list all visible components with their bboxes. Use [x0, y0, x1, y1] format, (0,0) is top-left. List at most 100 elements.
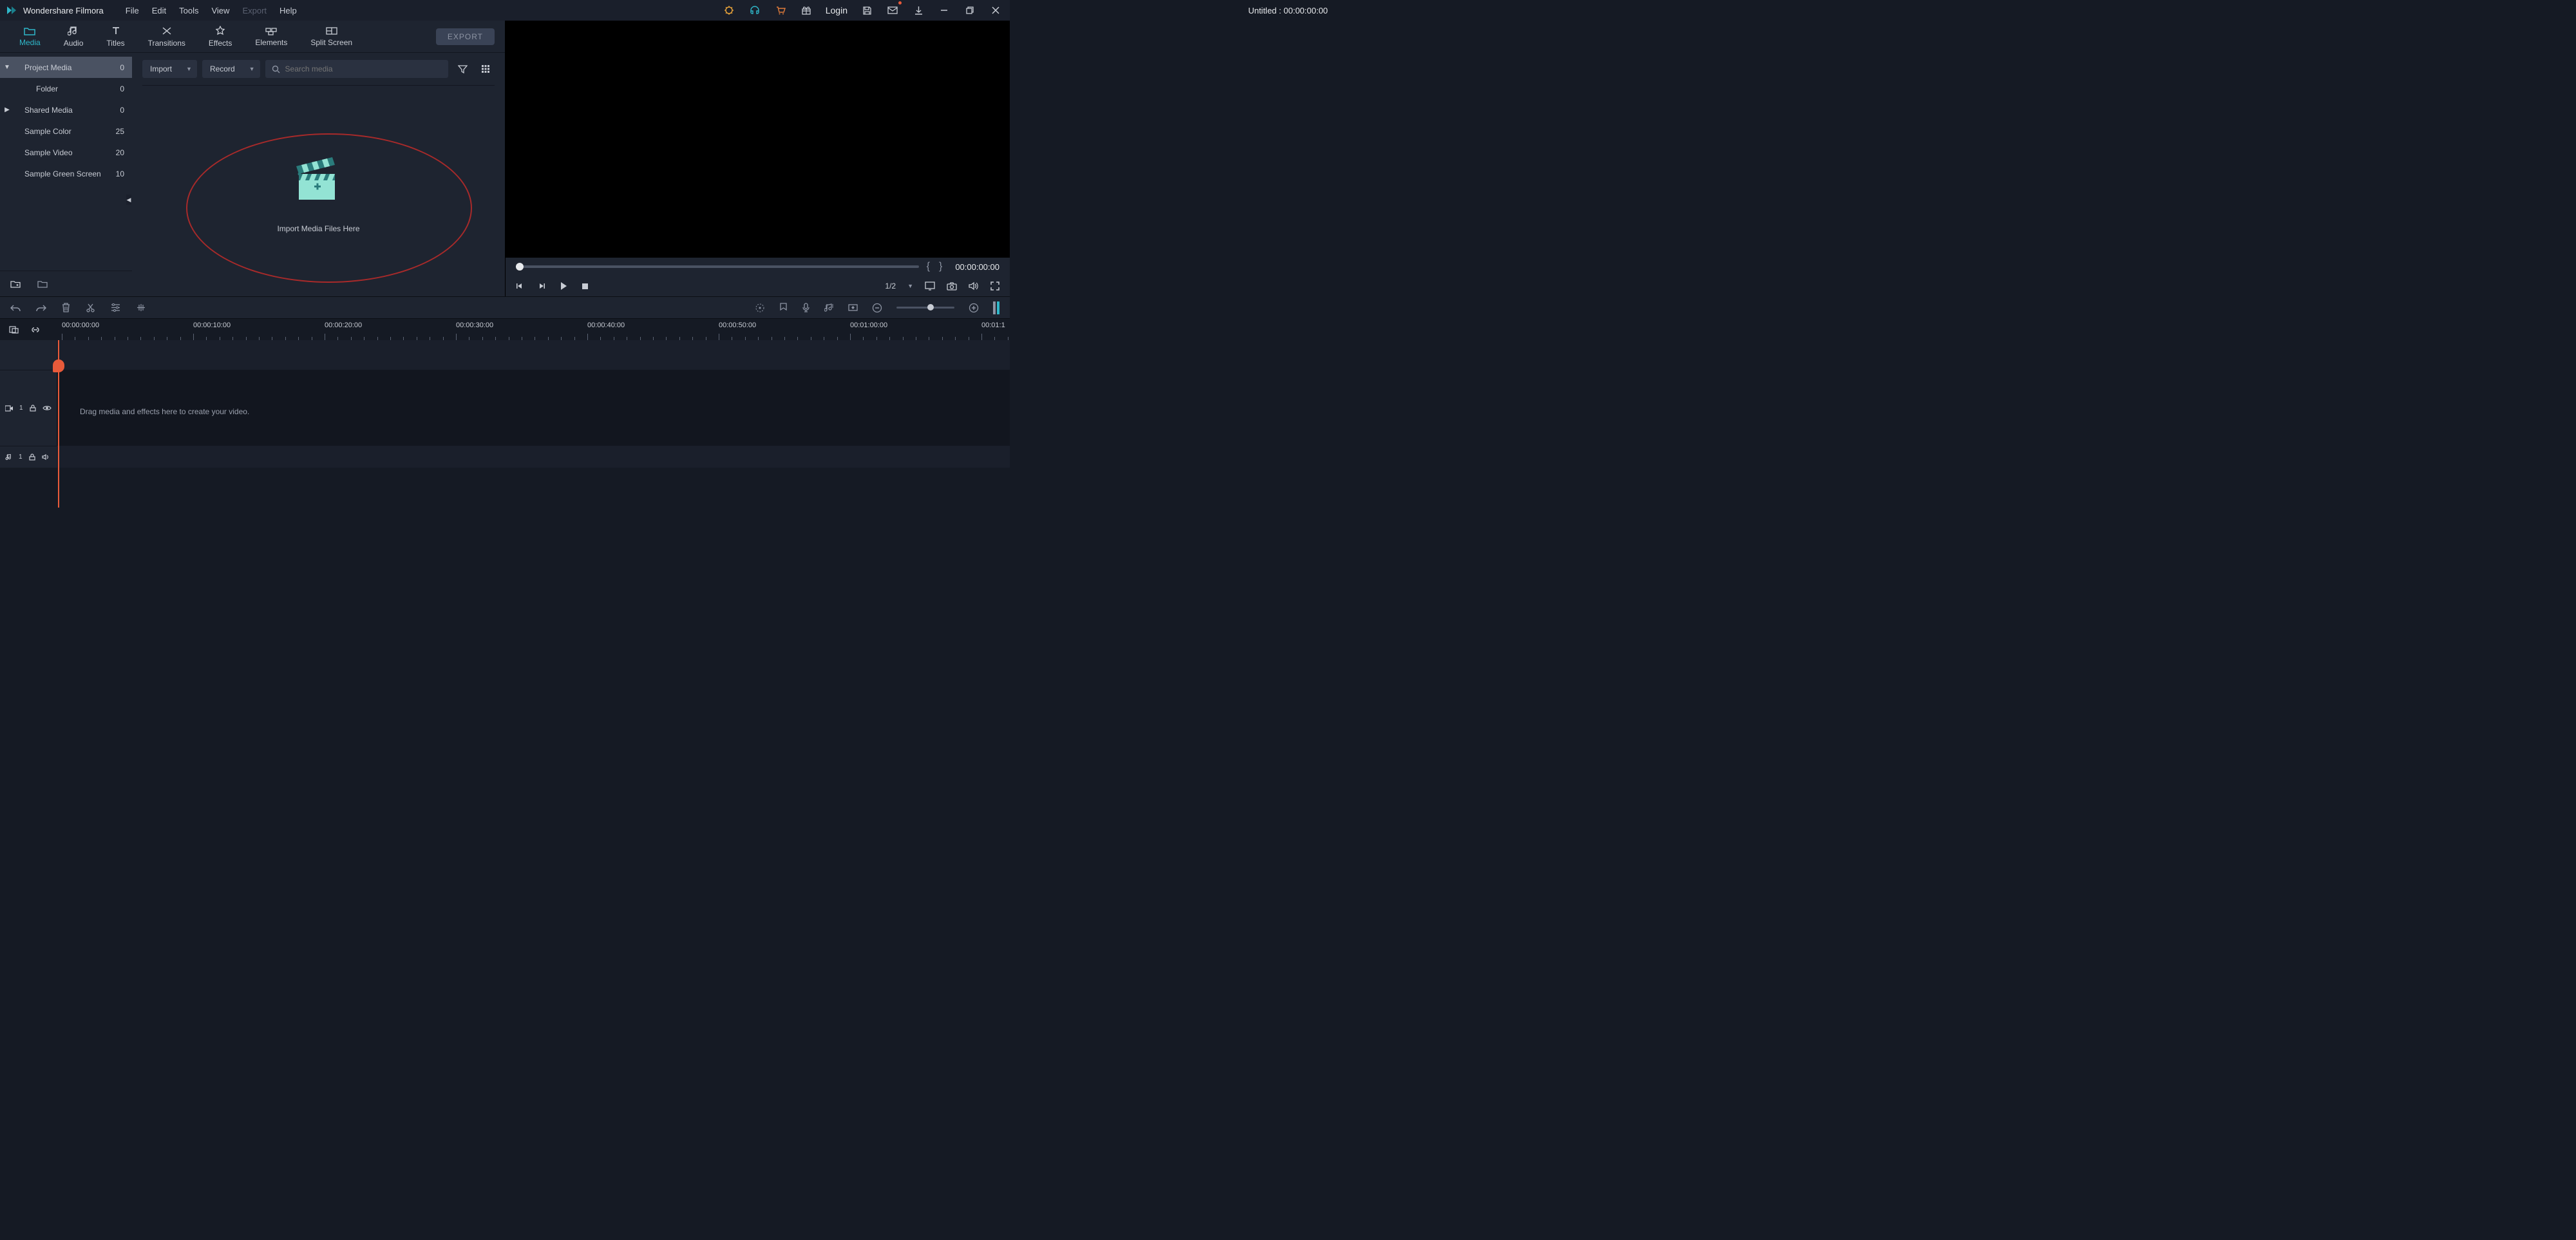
tab-effects[interactable]: Effects: [197, 22, 243, 52]
search-icon: [272, 65, 280, 73]
grid-view-icon[interactable]: [477, 60, 495, 78]
preview-display-icon[interactable]: [925, 281, 935, 291]
menu-file[interactable]: File: [119, 6, 146, 15]
render-preview-icon[interactable]: [755, 303, 765, 313]
menu-help[interactable]: Help: [273, 6, 303, 15]
support-icon[interactable]: [743, 0, 766, 21]
audio-track-number: 1: [19, 453, 23, 461]
download-icon[interactable]: [907, 0, 930, 21]
speaker-icon[interactable]: [42, 453, 50, 461]
tab-audio[interactable]: Audio: [52, 22, 95, 52]
crop-icon[interactable]: [136, 303, 146, 312]
sidebar-item-count: 0: [120, 106, 124, 115]
window-minimize-icon[interactable]: [933, 0, 956, 21]
open-folder-icon[interactable]: [37, 280, 48, 289]
cart-icon[interactable]: [769, 0, 792, 21]
stop-button[interactable]: [582, 283, 589, 290]
video-track-header[interactable]: 1: [0, 370, 57, 446]
marker-icon[interactable]: [779, 303, 788, 312]
eye-icon[interactable]: [43, 405, 52, 411]
sidebar-item-count: 0: [120, 63, 124, 72]
split-button[interactable]: [86, 303, 95, 312]
record-dropdown[interactable]: Record ▼: [202, 60, 260, 78]
sidebar-item-sample-green-screen[interactable]: Sample Green Screen 10: [0, 163, 132, 184]
timeline-link-icon[interactable]: [30, 325, 41, 334]
mail-icon[interactable]: [881, 0, 904, 21]
gift-icon[interactable]: [795, 0, 818, 21]
import-dropdown[interactable]: Import ▼: [142, 60, 197, 78]
menu-edit[interactable]: Edit: [146, 6, 173, 15]
lock-icon[interactable]: [30, 405, 36, 412]
preview-seek-slider[interactable]: [516, 265, 919, 268]
clapper-icon: [290, 149, 348, 207]
menu-export[interactable]: Export: [236, 6, 273, 15]
sidebar-item-sample-video[interactable]: Sample Video 20: [0, 142, 132, 163]
login-button[interactable]: Login: [820, 5, 853, 15]
tab-effects-label: Effects: [209, 39, 232, 48]
sidebar-item-folder[interactable]: Folder 0: [0, 78, 132, 99]
window-close-icon[interactable]: [984, 0, 1007, 21]
undo-button[interactable]: [10, 303, 21, 312]
zoom-in-button[interactable]: [969, 303, 979, 313]
preview-timecode: 00:00:00:00: [955, 262, 999, 272]
audio-mixer-icon[interactable]: [824, 303, 834, 312]
mark-in-button[interactable]: {: [925, 261, 931, 272]
prev-frame-button[interactable]: [516, 282, 524, 290]
timeline-ruler[interactable]: 00:00:00:0000:00:10:0000:00:20:0000:00:3…: [57, 319, 1010, 340]
sidebar-item-count: 10: [116, 169, 124, 178]
zoom-to-fit-button[interactable]: [993, 301, 999, 314]
filter-icon[interactable]: [453, 60, 471, 78]
mark-out-button[interactable]: }: [938, 261, 943, 272]
fullscreen-icon[interactable]: [990, 281, 999, 291]
timeline-tracks[interactable]: Drag media and effects here to create yo…: [57, 340, 1010, 468]
preview-canvas[interactable]: [506, 21, 1010, 258]
zoom-out-button[interactable]: [872, 303, 882, 313]
preview-quality-dropdown[interactable]: 1/2 ▼: [885, 281, 913, 291]
play-button[interactable]: [560, 281, 567, 291]
sidebar-item-project-media[interactable]: ▼ Project Media 0: [0, 57, 132, 78]
snapshot-icon[interactable]: [947, 282, 957, 291]
zoom-slider[interactable]: [896, 307, 954, 309]
tab-transitions[interactable]: Transitions: [137, 22, 197, 52]
search-input[interactable]: [285, 64, 442, 73]
sidebar-item-label: Sample Color: [13, 127, 116, 136]
menu-view[interactable]: View: [205, 6, 236, 15]
save-icon[interactable]: [855, 0, 878, 21]
edit-properties-icon[interactable]: [111, 303, 120, 312]
ruler-label: 00:01:00:00: [850, 321, 887, 329]
lock-icon[interactable]: [29, 453, 35, 461]
playhead[interactable]: [58, 340, 59, 508]
search-media-field[interactable]: [265, 60, 448, 78]
tab-titles-label: Titles: [106, 39, 124, 48]
window-maximize-icon[interactable]: [958, 0, 981, 21]
import-drop-zone[interactable]: Import Media Files Here: [142, 86, 495, 296]
sidebar-collapse-toggle[interactable]: ◀: [126, 195, 131, 205]
ruler-label: 00:00:00:00: [62, 321, 99, 329]
voiceover-icon[interactable]: [802, 303, 810, 313]
tab-titles[interactable]: Titles: [95, 22, 136, 52]
ruler-label: 00:00:20:00: [325, 321, 362, 329]
sidebar-item-label: Project Media: [13, 63, 120, 72]
sidebar-item-label: Shared Media: [13, 106, 120, 115]
sidebar-item-shared-media[interactable]: ▶ Shared Media 0: [0, 99, 132, 120]
media-browser: Import ▼ Record ▼: [132, 53, 505, 296]
tab-media[interactable]: Media: [8, 23, 52, 51]
sidebar-item-sample-color[interactable]: Sample Color 25: [0, 120, 132, 142]
audio-track-header[interactable]: 1: [0, 446, 57, 468]
tips-icon[interactable]: [717, 0, 741, 21]
next-frame-button[interactable]: [538, 282, 545, 290]
new-folder-icon[interactable]: [10, 280, 21, 289]
tab-elements[interactable]: Elements: [243, 23, 299, 51]
ruler-label: 00:00:10:00: [193, 321, 231, 329]
volume-icon[interactable]: [969, 281, 979, 291]
delete-button[interactable]: [62, 303, 70, 312]
menu-tools[interactable]: Tools: [173, 6, 205, 15]
export-button[interactable]: EXPORT: [436, 28, 495, 45]
redo-button[interactable]: [36, 303, 46, 312]
timeline-select-mode-icon[interactable]: [9, 325, 19, 334]
video-track-number: 1: [19, 405, 23, 412]
preview-ratio-label: 1/2: [885, 281, 896, 291]
keyframe-icon[interactable]: [848, 303, 858, 312]
sidebar-item-label: Folder: [13, 84, 120, 93]
tab-split-screen[interactable]: Split Screen: [299, 23, 364, 51]
